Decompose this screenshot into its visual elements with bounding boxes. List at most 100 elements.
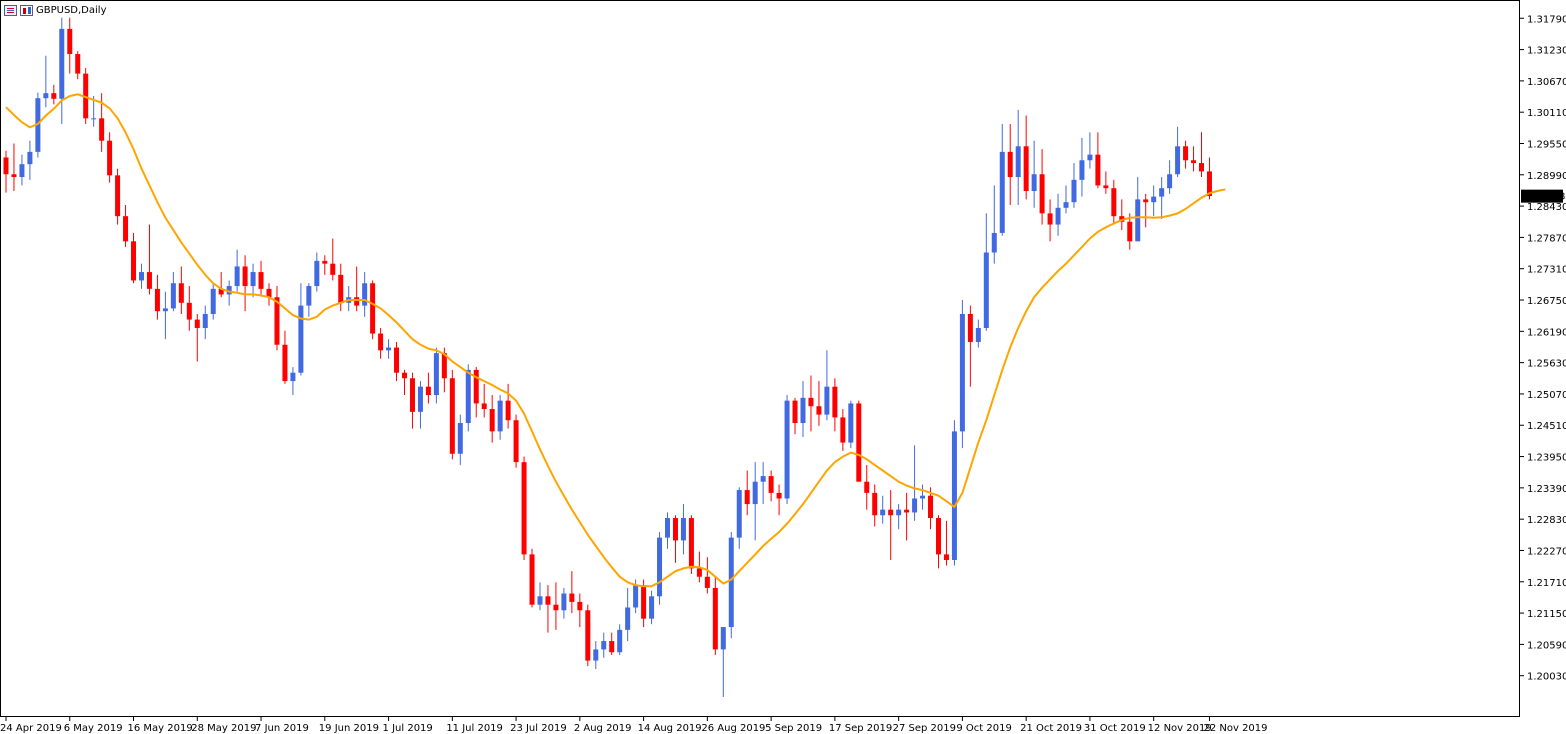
candle: [872, 484, 878, 527]
price-tick-label: 1.26190: [1527, 327, 1566, 338]
candle: [1023, 115, 1029, 200]
candle: [983, 213, 989, 331]
candle-body: [27, 151, 33, 165]
candle-body: [800, 397, 806, 424]
time-tick-label: 23 Jul 2019: [510, 723, 567, 734]
candle: [27, 140, 33, 180]
candle-body: [1127, 221, 1133, 242]
candle-body: [394, 347, 400, 373]
candle: [346, 286, 352, 312]
candle: [489, 395, 495, 443]
price-tick-label: 1.28990: [1527, 171, 1566, 182]
candle: [816, 381, 822, 426]
candle-body: [1047, 213, 1053, 225]
time-tick-label: 6 May 2019: [64, 723, 123, 734]
candle-body: [680, 518, 686, 541]
candle: [473, 367, 479, 418]
candle: [665, 512, 671, 549]
candle: [290, 367, 296, 396]
candle: [282, 330, 288, 384]
candle-body: [712, 587, 718, 650]
candle-body: [824, 386, 830, 415]
time-axis: 24 Apr 2019 6 May 2019 16 May 201928 May 2…: [0, 716, 1268, 734]
candle-body: [641, 585, 647, 619]
candle: [194, 313, 200, 362]
candle-body: [505, 400, 511, 421]
candlestick-chart-icon[interactable]: [20, 4, 33, 16]
time-tick-label: 16 May 2019: [128, 723, 193, 734]
candle: [712, 576, 718, 656]
price-chart[interactable]: 1.31790 1.31230 1.30670 1.30110 1.29550 1.289…: [0, 0, 1566, 734]
candle: [760, 462, 766, 505]
candle-body: [290, 372, 296, 382]
candle: [784, 395, 790, 505]
candle-body: [433, 353, 439, 396]
candle-body: [1079, 160, 1085, 180]
window-list-icon[interactable]: [4, 4, 17, 16]
candle-body: [1007, 151, 1013, 178]
candle-body: [1063, 202, 1069, 208]
candle: [433, 347, 439, 404]
candle: [577, 593, 583, 628]
candle: [274, 286, 280, 351]
candle-body: [577, 601, 583, 611]
time-tick-label: 22 Nov 2019: [1203, 723, 1267, 734]
candle-body: [848, 403, 854, 443]
candle-body: [912, 498, 918, 513]
candle: [449, 369, 455, 460]
candle: [1151, 185, 1157, 217]
candle-body: [43, 93, 49, 99]
candle-body: [1103, 185, 1109, 189]
candle-body: [744, 490, 750, 505]
candle-body: [1111, 188, 1117, 217]
time-tick-label: 12 Nov 2019: [1148, 723, 1212, 734]
time-tick-label: 11 Jul 2019: [446, 723, 503, 734]
candle: [593, 641, 599, 669]
candle-body: [1175, 146, 1181, 175]
candle: [202, 305, 208, 340]
candle: [967, 305, 973, 387]
candle-body: [521, 462, 527, 555]
candle-body: [154, 288, 160, 312]
candle: [1071, 163, 1077, 208]
candle-body: [354, 297, 360, 306]
candle-body: [370, 283, 376, 334]
candle: [680, 504, 686, 555]
candle-body: [202, 313, 208, 328]
candle-body: [633, 585, 639, 608]
candle-body: [449, 378, 455, 454]
candle-body: [1071, 179, 1077, 203]
candle-body: [425, 386, 431, 396]
candle: [1159, 177, 1165, 219]
candle: [306, 283, 312, 317]
candle: [3, 150, 9, 193]
candle: [553, 582, 559, 630]
candle-body: [1135, 199, 1141, 242]
candle: [250, 263, 256, 298]
price-tick-label: 1.21150: [1527, 609, 1566, 620]
candle-body: [959, 313, 965, 432]
candle-body: [162, 308, 168, 312]
candle-body: [1023, 146, 1029, 192]
candle: [1047, 199, 1053, 242]
candle-body: [880, 509, 886, 516]
price-tick-label: 1.31790: [1527, 14, 1566, 25]
candle-body: [107, 140, 113, 176]
candle-body: [170, 283, 176, 309]
candle-body: [760, 476, 766, 482]
candle: [59, 17, 65, 124]
candle-body: [194, 319, 200, 328]
candle-body: [489, 409, 495, 432]
time-tick-label: 7 Jun 2019: [255, 723, 309, 734]
candle-body: [59, 28, 65, 99]
candle-body: [115, 175, 121, 217]
candle-body: [904, 509, 910, 513]
candle-body: [123, 216, 129, 242]
candle-body: [736, 490, 742, 538]
candle-body: [1039, 174, 1045, 214]
candle-body: [457, 423, 463, 454]
candle-body: [840, 417, 846, 443]
candle-body: [1143, 199, 1149, 203]
candle-body: [728, 537, 734, 628]
candle-body: [322, 260, 328, 264]
